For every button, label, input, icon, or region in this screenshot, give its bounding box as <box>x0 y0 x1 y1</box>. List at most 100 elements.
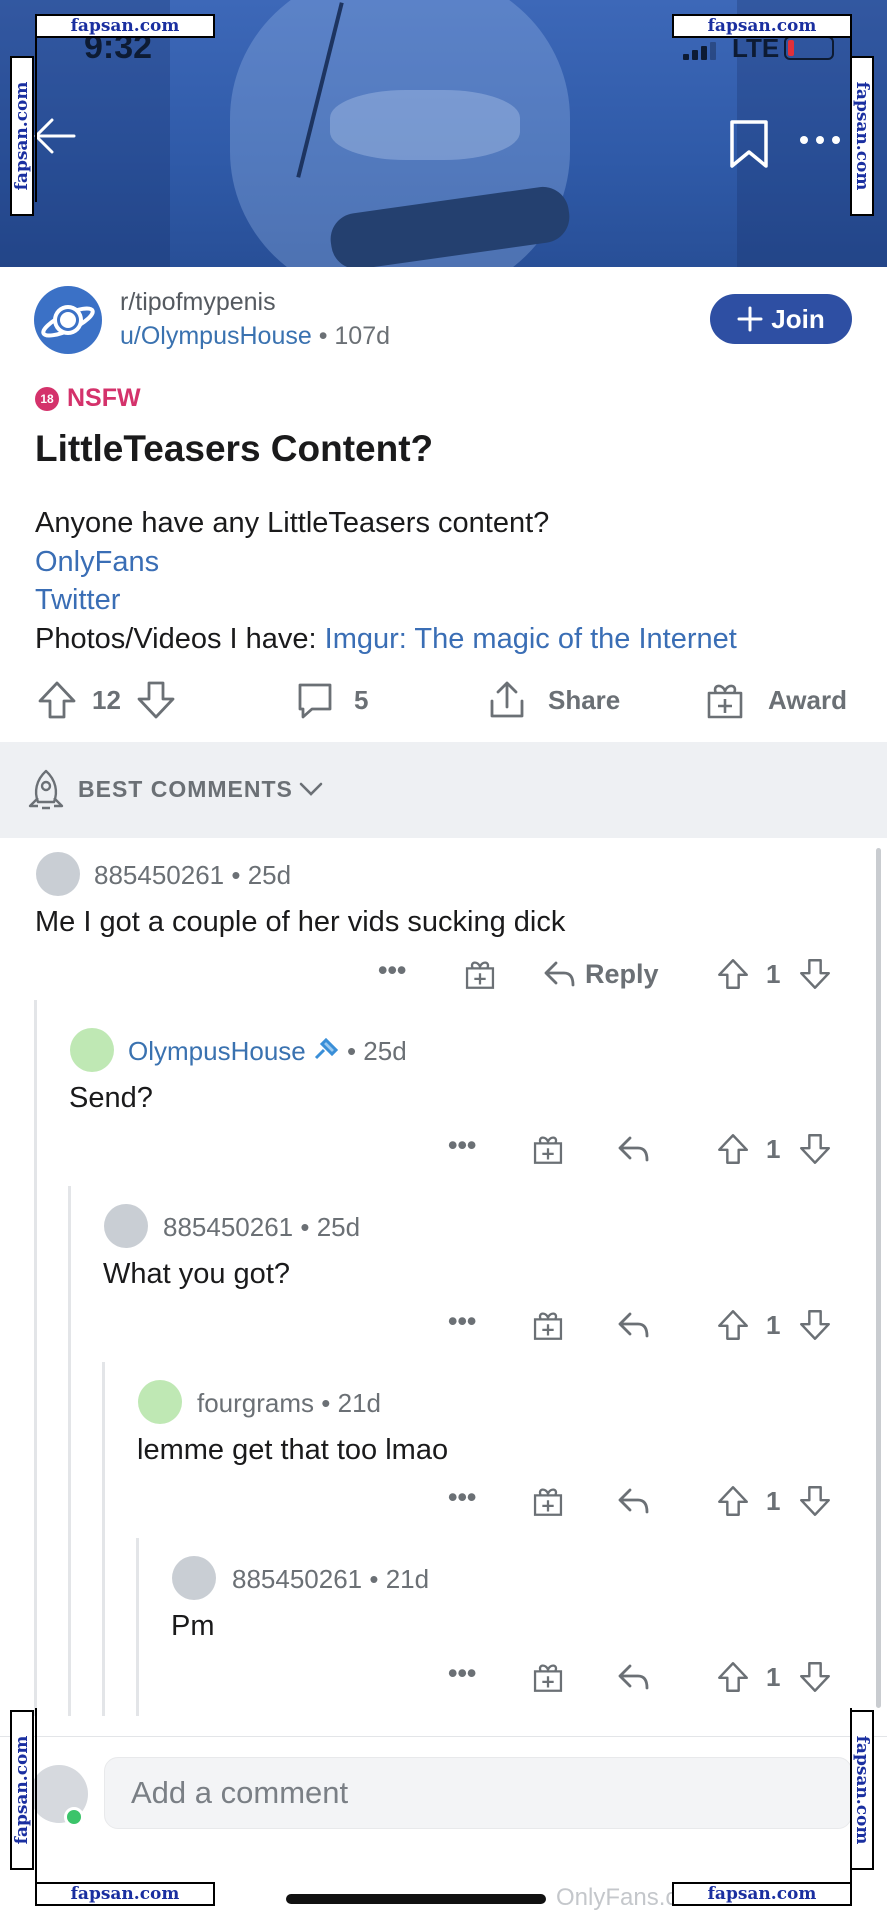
battery-icon <box>784 36 834 60</box>
comment-age: 21d <box>385 1564 430 1594</box>
upvote-icon[interactable] <box>716 1660 750 1694</box>
comment-author[interactable]: 885450261 <box>163 1212 293 1242</box>
comment-meta: fourgrams • 21d <box>197 1388 381 1418</box>
upvote-icon[interactable] <box>716 1132 750 1166</box>
home-indicator[interactable] <box>286 1894 546 1904</box>
add-comment-input[interactable]: Add a comment <box>104 1757 852 1829</box>
avatar[interactable] <box>104 1204 148 1248</box>
downvote-icon[interactable] <box>798 957 832 991</box>
reply-icon[interactable] <box>542 959 576 989</box>
gift-icon[interactable] <box>531 1308 565 1342</box>
comment-author[interactable]: 885450261 <box>232 1564 362 1594</box>
thread-line <box>68 1186 71 1716</box>
reply-label[interactable]: Reply <box>585 959 659 990</box>
avatar[interactable] <box>138 1380 182 1424</box>
more-icon[interactable]: ••• <box>378 955 406 986</box>
share-button[interactable]: Share <box>486 672 620 728</box>
thread-line <box>34 1000 37 1716</box>
comment-vote-count: 1 <box>766 1486 781 1516</box>
comment-author[interactable]: 885450261 <box>94 860 224 890</box>
post-action-bar: 12 5 Share Award <box>0 672 887 728</box>
post-body: Anyone have any LittleTeasers content? O… <box>35 504 737 658</box>
twitter-link[interactable]: Twitter <box>35 581 737 620</box>
share-icon <box>490 681 524 718</box>
post-author-line: u/OlympusHouse • 107d <box>120 322 390 351</box>
reply-icon[interactable] <box>616 1134 650 1164</box>
gift-icon[interactable] <box>531 1660 565 1694</box>
post-body-prefix: Photos/Videos I have: <box>35 622 325 655</box>
onlyfans-link[interactable]: OnlyFans <box>35 543 737 582</box>
downvote-icon[interactable] <box>798 1660 832 1694</box>
gift-icon[interactable] <box>531 1484 565 1518</box>
comment-text: lemme get that too lmao <box>137 1434 449 1466</box>
comment-vote-count: 1 <box>766 959 781 989</box>
post-title: LittleTeasers Content? <box>35 428 434 469</box>
comments-button[interactable]: 5 <box>294 672 368 728</box>
imgur-link[interactable]: Imgur: The magic of the Internet <box>325 623 737 655</box>
avatar[interactable] <box>70 1028 114 1072</box>
more-icon[interactable]: ••• <box>448 1658 476 1689</box>
vote-group: 12 <box>36 672 177 728</box>
comment-actions: ••• 1 <box>0 1306 887 1346</box>
comment-text: Me I got a couple of her vids sucking di… <box>35 906 566 938</box>
downvote-icon[interactable] <box>798 1484 832 1518</box>
comment-author[interactable]: fourgrams <box>197 1388 314 1418</box>
watermark-vertical: fapsan.com <box>10 56 34 216</box>
comment-text: What you got? <box>103 1258 290 1290</box>
post-body-line: Anyone have any LittleTeasers content? <box>35 507 550 539</box>
watermark-vertical: fapsan.com <box>850 1710 874 1870</box>
gift-icon[interactable] <box>531 1132 565 1166</box>
comment-meta: 885450261 • 25d <box>163 1212 361 1242</box>
plus-icon <box>737 306 763 332</box>
comment-age: 25d <box>247 860 292 890</box>
subreddit-name[interactable]: r/tipofmypenis <box>120 288 276 317</box>
watermark-vertical: fapsan.com <box>10 1710 34 1870</box>
more-options-icon[interactable] <box>798 130 842 150</box>
downvote-icon[interactable] <box>798 1132 832 1166</box>
nsfw-tag: 18 NSFW <box>35 384 141 413</box>
upvote-icon[interactable] <box>36 679 78 721</box>
downvote-icon[interactable] <box>798 1308 832 1342</box>
comment-meta: 885450261 • 21d <box>232 1564 430 1594</box>
reply-icon[interactable] <box>616 1486 650 1516</box>
rocket-icon <box>28 769 64 810</box>
nsfw-badge-icon: 18 <box>35 386 59 411</box>
gift-icon <box>707 684 743 719</box>
back-arrow-icon[interactable] <box>30 112 78 160</box>
gift-icon[interactable] <box>463 957 497 991</box>
comment-sort-bar[interactable]: BEST COMMENTS <box>0 742 887 838</box>
scrollbar[interactable] <box>876 848 881 1708</box>
upvote-icon[interactable] <box>716 1484 750 1518</box>
watermark-label: fapsan.com <box>12 81 32 191</box>
comment-age: 25d <box>363 1036 407 1066</box>
comment-vote-count: 1 <box>766 1310 781 1340</box>
watermark-frame <box>35 38 37 202</box>
reply-icon[interactable] <box>616 1662 650 1692</box>
downvote-icon[interactable] <box>135 679 177 721</box>
more-icon[interactable]: ••• <box>448 1130 476 1161</box>
comment-actions: ••• 1 <box>0 1658 887 1698</box>
bookmark-icon[interactable] <box>728 118 770 170</box>
comment-author[interactable]: OlympusHouse <box>128 1036 306 1066</box>
nsfw-label: NSFW <box>67 384 141 412</box>
watermark-label: fapsan.com <box>672 14 852 38</box>
planet-icon <box>41 305 95 338</box>
comment-text: Pm <box>171 1610 215 1642</box>
more-icon[interactable]: ••• <box>448 1306 476 1337</box>
watermark-label: fapsan.com <box>12 1735 32 1845</box>
subreddit-avatar[interactable] <box>34 286 102 354</box>
reply-icon[interactable] <box>616 1310 650 1340</box>
comment-text: Send? <box>69 1082 153 1114</box>
upvote-icon[interactable] <box>716 957 750 991</box>
avatar[interactable] <box>172 1556 216 1600</box>
join-button[interactable]: Join <box>710 294 852 344</box>
comment-actions: ••• 1 <box>0 1482 887 1522</box>
more-icon[interactable]: ••• <box>448 1482 476 1513</box>
comment-icon <box>298 683 332 719</box>
avatar[interactable] <box>36 852 80 896</box>
watermark-label: fapsan.com <box>852 81 872 191</box>
comment-age: 21d <box>337 1388 381 1418</box>
post-author[interactable]: u/OlympusHouse <box>120 322 312 350</box>
upvote-icon[interactable] <box>716 1308 750 1342</box>
award-button[interactable]: Award <box>704 672 847 728</box>
